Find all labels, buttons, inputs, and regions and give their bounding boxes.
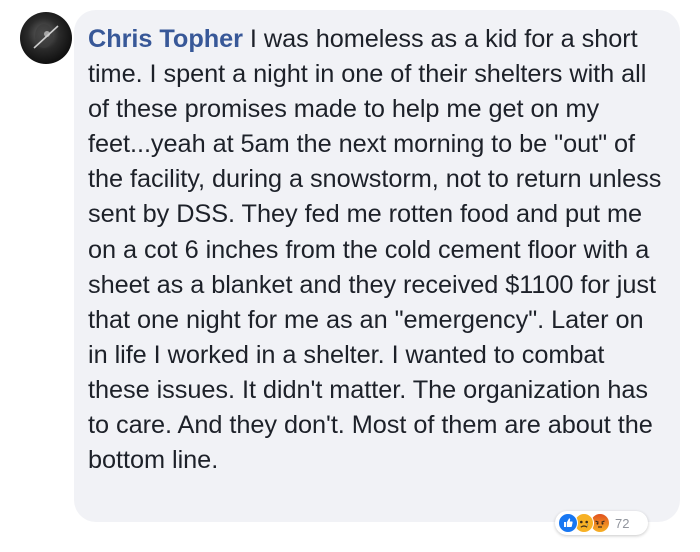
reaction-count: 72 (615, 515, 630, 531)
reactions-summary[interactable]: 72 (555, 511, 648, 535)
comment-text: Chris Topher I was homeless as a kid for… (88, 22, 666, 478)
comment-bubble: Chris Topher I was homeless as a kid for… (74, 10, 680, 522)
like-icon (558, 513, 578, 533)
comment-body: I was homeless as a kid for a short time… (88, 25, 662, 475)
avatar[interactable] (20, 12, 72, 64)
author-name-link[interactable]: Chris Topher (88, 25, 243, 53)
avatar-image (33, 24, 59, 49)
